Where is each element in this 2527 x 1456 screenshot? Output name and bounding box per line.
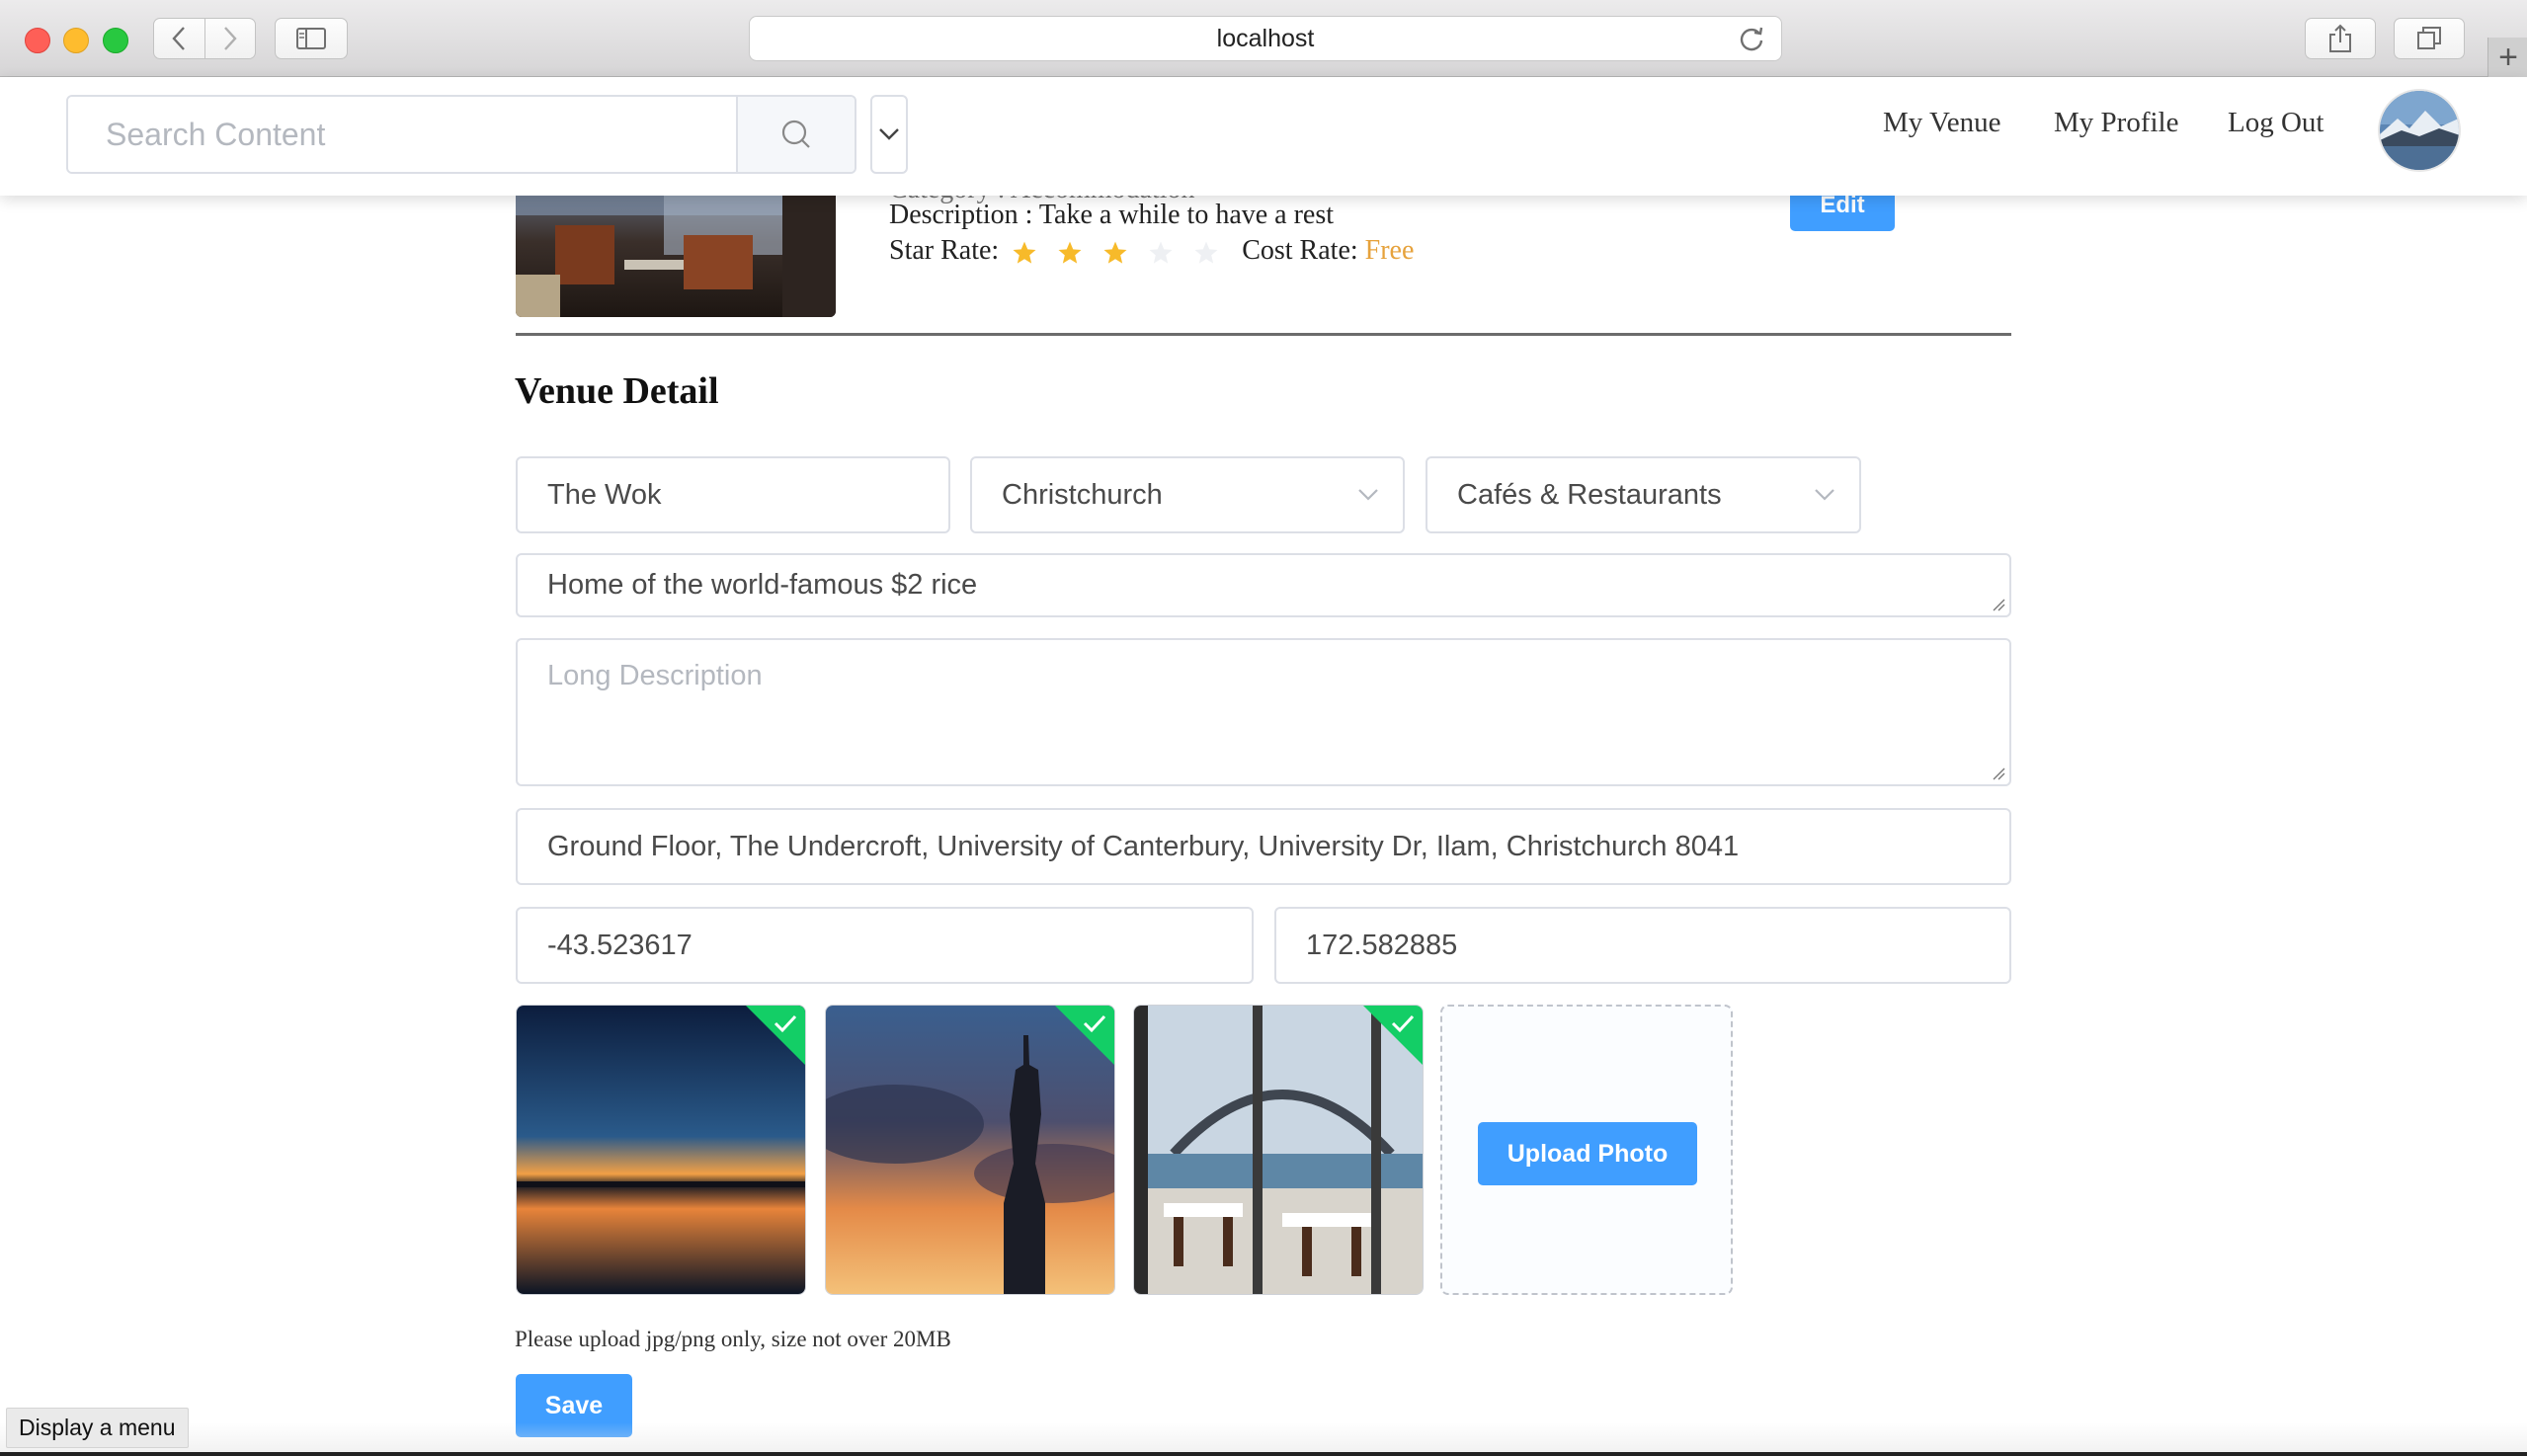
- search-input[interactable]: [68, 97, 736, 172]
- venue-summary: Description : Take a while to have a res…: [889, 198, 1414, 269]
- venue-description: Description : Take a while to have a res…: [889, 200, 1335, 230]
- category-select[interactable]: Cafés & Restaurants: [1426, 456, 1861, 533]
- avatar-image: [2380, 91, 2459, 170]
- chevron-down-icon: [1815, 489, 1834, 501]
- address-field[interactable]: Ground Floor, The Undercroft, University…: [516, 808, 2011, 885]
- search-icon: [781, 120, 810, 148]
- chevron-down-icon: [879, 128, 899, 140]
- uploaded-photo-3[interactable]: [1133, 1005, 1424, 1295]
- longitude-value: 172.582885: [1306, 929, 1458, 961]
- venue-name-field[interactable]: The Wok: [516, 456, 950, 533]
- success-check-icon: [746, 1006, 805, 1065]
- city-select[interactable]: Christchurch: [970, 456, 1405, 533]
- cost-rate-label: Cost Rate:: [1242, 235, 1358, 266]
- search-options-dropdown[interactable]: [870, 95, 908, 174]
- address-value: Ground Floor, The Undercroft, University…: [547, 830, 1740, 862]
- star-rating: [1012, 240, 1219, 266]
- long-description-field[interactable]: Long Description: [516, 638, 2011, 786]
- star-icon[interactable]: [1012, 240, 1037, 266]
- success-check-icon: [1363, 1006, 1423, 1065]
- cost-rate-value: Free: [1364, 235, 1415, 266]
- uploaded-photo-1[interactable]: [516, 1005, 806, 1295]
- chevron-down-icon: [1358, 489, 1378, 501]
- page-content: Category : Accommodation Description : T…: [0, 0, 2527, 1456]
- star-icon[interactable]: [1057, 240, 1083, 266]
- long-description-placeholder: Long Description: [547, 660, 763, 691]
- resize-handle-icon[interactable]: [1992, 767, 2005, 780]
- window-edge: [0, 1452, 2527, 1456]
- star-icon[interactable]: [1102, 240, 1128, 266]
- search-button[interactable]: [736, 97, 855, 172]
- longitude-field[interactable]: 172.582885: [1274, 907, 2011, 984]
- tooltip: Display a menu: [6, 1408, 189, 1448]
- bottom-shadow: [0, 1422, 2527, 1456]
- short-description-value: Home of the world-famous $2 rice: [547, 569, 978, 601]
- nav-log-out[interactable]: Log Out: [2228, 107, 2323, 139]
- city-value: Christchurch: [1002, 478, 1163, 511]
- avatar[interactable]: [2378, 89, 2461, 172]
- latitude-field[interactable]: -43.523617: [516, 907, 1254, 984]
- category-value: Cafés & Restaurants: [1457, 478, 1722, 511]
- star-icon[interactable]: [1193, 240, 1219, 266]
- latitude-value: -43.523617: [547, 929, 693, 961]
- venue-name-value: The Wok: [547, 478, 662, 511]
- app-header: My Venue My Profile Log Out: [0, 77, 2527, 196]
- nav-my-venue[interactable]: My Venue: [1883, 107, 2000, 139]
- divider: [516, 333, 2011, 336]
- page-title: Venue Detail: [515, 370, 719, 412]
- nav-my-profile[interactable]: My Profile: [2054, 107, 2178, 139]
- upload-dropzone[interactable]: Upload Photo: [1440, 1005, 1733, 1295]
- upload-photo-button[interactable]: Upload Photo: [1478, 1122, 1697, 1185]
- venue-ratings: Star Rate: Cost Rate: Free: [889, 233, 1414, 269]
- search-bar: [66, 95, 856, 174]
- short-description-field[interactable]: Home of the world-famous $2 rice: [516, 553, 2011, 617]
- star-rate-label: Star Rate:: [889, 235, 1000, 266]
- success-check-icon: [1055, 1006, 1114, 1065]
- star-icon[interactable]: [1148, 240, 1174, 266]
- resize-handle-icon[interactable]: [1992, 598, 2005, 611]
- upload-hint: Please upload jpg/png only, size not ove…: [515, 1327, 951, 1351]
- uploaded-photo-2[interactable]: [825, 1005, 1115, 1295]
